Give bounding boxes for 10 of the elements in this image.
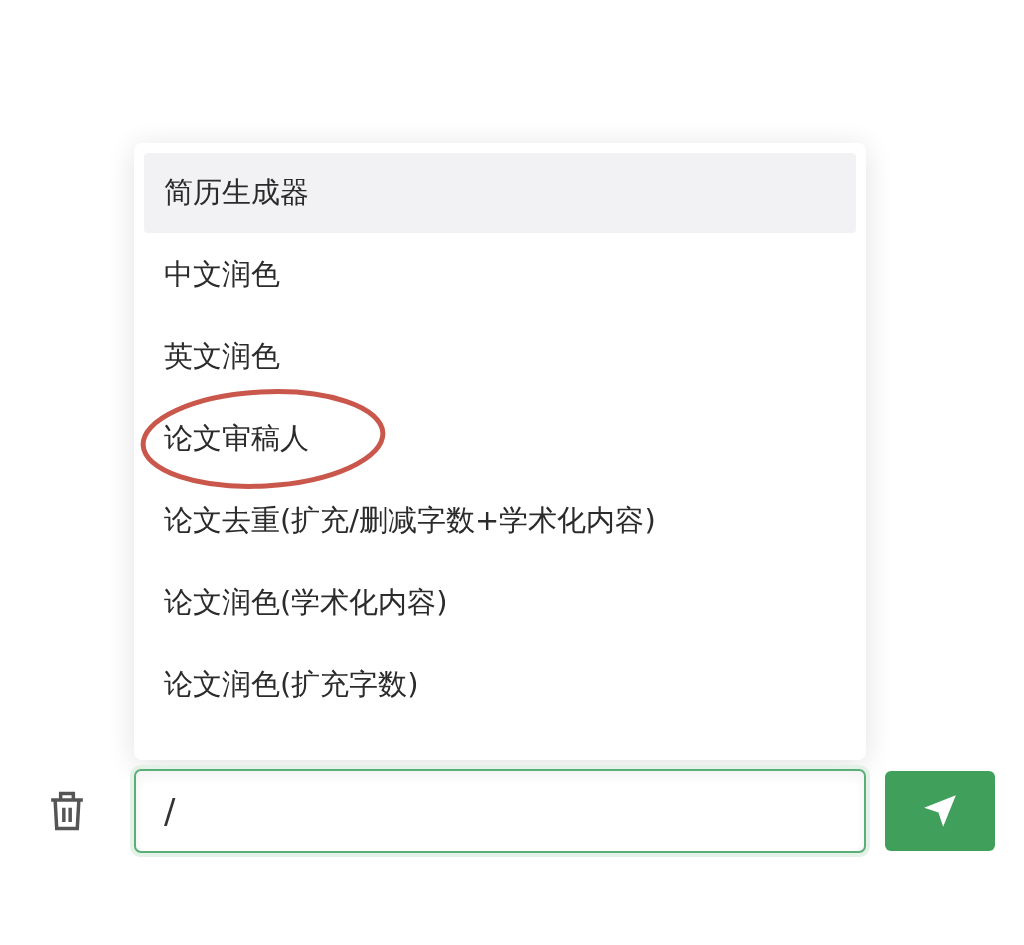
menu-item[interactable]: 中文润色 [144, 235, 856, 315]
menu-item[interactable]: 论文润色(扩充字数) [144, 645, 856, 725]
menu-item[interactable]: 论文审稿人 [144, 399, 856, 479]
menu-item[interactable]: 英文润色 [144, 317, 856, 397]
menu-item[interactable]: 论文润色(学术化内容) [144, 563, 856, 643]
menu-item[interactable]: 论文去重(扩充/删减字数+学术化内容) [144, 481, 856, 561]
send-button[interactable] [885, 771, 995, 851]
menu-item[interactable]: 简历生成器 [144, 153, 856, 233]
message-input[interactable]: / [134, 769, 866, 853]
trash-icon[interactable] [48, 790, 86, 832]
